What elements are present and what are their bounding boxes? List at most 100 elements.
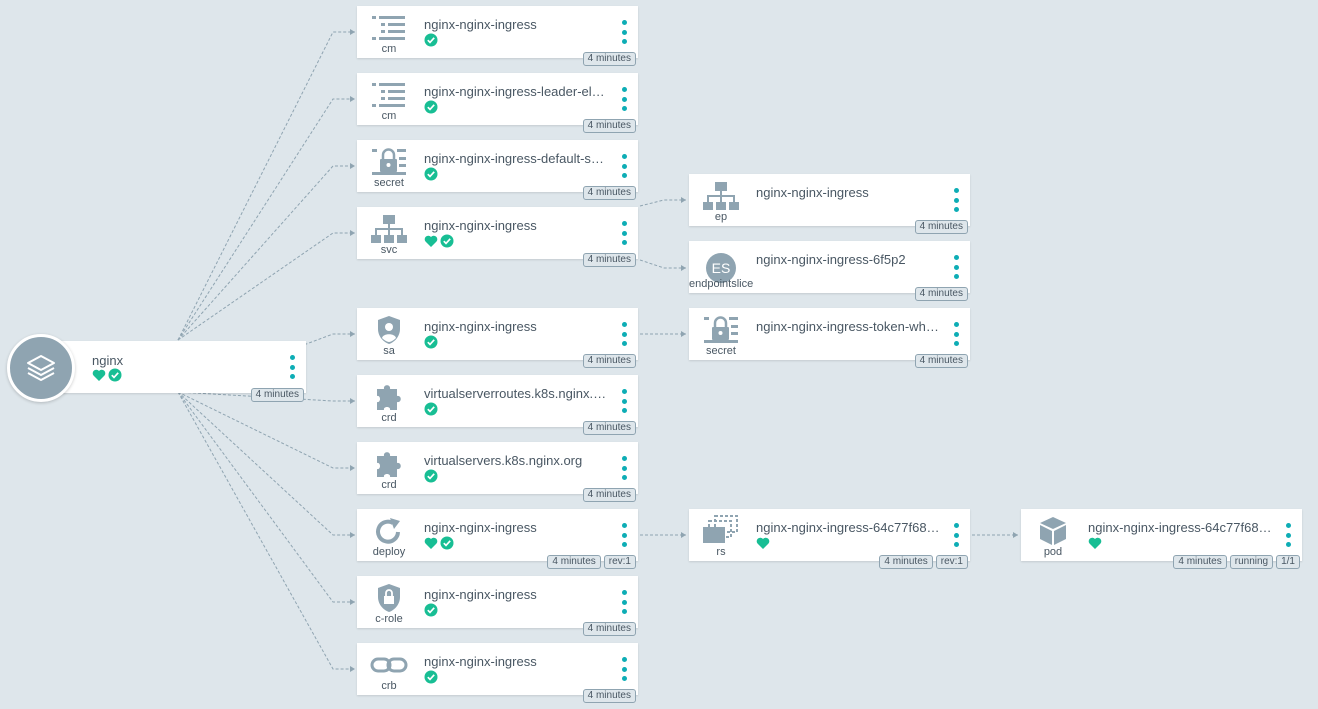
edge-app-9: [177, 391, 355, 670]
resource-menu-button[interactable]: [616, 523, 632, 547]
check-circle-icon: [440, 536, 454, 550]
info-tag: rev:1: [603, 555, 636, 569]
resource-menu-button[interactable]: [616, 154, 632, 178]
info-tag: rev:1: [935, 555, 968, 569]
resource-node-sa[interactable]: sa nginx-nginx-ingress 4 minutes: [357, 308, 638, 368]
kind-label: crd: [381, 479, 397, 491]
kind-label: cm: [381, 43, 397, 55]
info-tag: running: [1229, 555, 1274, 569]
resource-node-crd[interactable]: crd virtualserverroutes.k8s.nginx.org 4 mi…: [357, 375, 638, 435]
resource-node-endpointslice[interactable]: ES endpointslice nginx-nginx-ingress-6f5p2…: [689, 241, 970, 301]
menu-dot: [1285, 542, 1291, 547]
menu-dot: [621, 465, 627, 471]
resource-menu-button[interactable]: [616, 389, 632, 413]
resource-menu-button[interactable]: [616, 221, 632, 245]
menu-dot: [621, 341, 627, 346]
resource-name: virtualserverroutes.k8s.nginx.org: [424, 386, 608, 401]
secret-lock-icon: [701, 314, 741, 346]
es-circle-icon: ES: [689, 247, 753, 283]
edge-app-9-arrow: [350, 666, 355, 672]
resource-node-cm[interactable]: cm nginx-nginx-ingress 4 minutes: [357, 6, 638, 66]
resource-menu-button[interactable]: [1280, 523, 1296, 547]
menu-dot: [621, 87, 627, 92]
age-tag: 4 minutes: [582, 354, 636, 368]
resource-menu-button[interactable]: [616, 657, 632, 681]
resource-node-ep[interactable]: ep nginx-nginx-ingress 4 minutes: [689, 174, 970, 234]
menu-dot: [953, 331, 959, 337]
kind-label: secret: [374, 177, 404, 189]
resource-tags: 4 minutes: [582, 421, 636, 435]
network-tree-icon: [369, 213, 409, 245]
resource-menu-button[interactable]: [948, 188, 964, 212]
age-tag: 4 minutes: [1173, 555, 1227, 569]
menu-dot: [1285, 532, 1291, 538]
resource-menu-button[interactable]: [948, 523, 964, 547]
resource-node-pod[interactable]: pod nginx-nginx-ingress-64c77f6888-xxxxx 4…: [1021, 509, 1302, 569]
age-tag: 4 minutes: [582, 119, 636, 133]
resource-menu-button[interactable]: [616, 456, 632, 480]
resource-status: [424, 167, 438, 181]
heart-icon: [424, 536, 438, 550]
resource-status: [1088, 536, 1102, 550]
edge-app-6: [177, 391, 355, 469]
edge-app-1-arrow: [350, 96, 355, 102]
app-menu-button[interactable]: [284, 355, 300, 379]
menu-dot: [621, 20, 627, 25]
age-tag: 4 minutes: [582, 488, 636, 502]
app-icon-circle[interactable]: [7, 334, 75, 402]
resource-status: [424, 33, 438, 47]
resource-name: nginx-nginx-ingress-64c77f6888-xxxxx: [1088, 520, 1272, 535]
resource-node-secret[interactable]: secret nginx-nginx-ingress-token-whmxx 4 m…: [689, 308, 970, 368]
age-tag: 4 minutes: [582, 253, 636, 267]
resource-status: [424, 234, 454, 248]
network-tree-icon: [701, 180, 741, 212]
menu-dot: [953, 264, 959, 270]
resource-menu-button[interactable]: [616, 590, 632, 614]
resource-menu-button[interactable]: [948, 322, 964, 346]
menu-dot: [953, 197, 959, 203]
kind-label: c-role: [375, 613, 403, 625]
resource-node-rs[interactable]: rs nginx-nginx-ingress-64c77f6888 4 minute…: [689, 509, 970, 569]
menu-dot: [621, 398, 627, 404]
resource-node-c-role[interactable]: c-role nginx-nginx-ingress 4 minutes: [357, 576, 638, 636]
resource-node-crb[interactable]: crb nginx-nginx-ingress 4 minutes: [357, 643, 638, 703]
resource-menu-button[interactable]: [616, 322, 632, 346]
heart-icon: [424, 234, 438, 248]
check-circle-icon: [108, 368, 122, 382]
kind-label: pod: [1043, 546, 1063, 558]
resource-node-svc[interactable]: svc nginx-nginx-ingress 4 minutes: [357, 207, 638, 267]
age-tag: 4 minutes: [582, 689, 636, 703]
resource-node-crd[interactable]: crd virtualservers.k8s.nginx.org 4 minutes: [357, 442, 638, 502]
menu-dot: [621, 240, 627, 245]
resource-tags: 4 minutes: [582, 253, 636, 267]
kind-label: crd: [381, 412, 397, 424]
resource-tags: 4 minutes: [582, 186, 636, 200]
menu-dot: [621, 163, 627, 169]
app-node[interactable]: nginx 4 minutes: [38, 341, 306, 402]
kind-label: rs: [716, 546, 726, 558]
menu-dot: [621, 154, 627, 159]
edge-rs-pod-arrow: [1013, 532, 1018, 538]
menu-dot: [621, 676, 627, 681]
edge-svc-endpointslice: [639, 259, 686, 269]
resource-tags: 4 minutes: [582, 52, 636, 66]
resource-tags: 4 minutes: [582, 488, 636, 502]
resource-node-secret[interactable]: secret nginx-nginx-ingress-default-server…: [357, 140, 638, 200]
resource-menu-button[interactable]: [616, 20, 632, 44]
menu-dot: [621, 389, 627, 394]
age-tag: 4 minutes: [879, 555, 933, 569]
edge-app-0-arrow: [350, 29, 355, 35]
resource-tags: 4 minutes: [582, 354, 636, 368]
resource-node-deploy[interactable]: deploy nginx-nginx-ingress 4 minutes rev:1: [357, 509, 638, 569]
resource-tags: 4 minutes: [582, 119, 636, 133]
menu-dot: [621, 331, 627, 337]
menu-dot: [621, 29, 627, 35]
menu-dot: [621, 96, 627, 102]
resource-node-cm[interactable]: cm nginx-nginx-ingress-leader-election 4 m…: [357, 73, 638, 133]
resource-menu-button[interactable]: [948, 255, 964, 279]
resource-tags: 4 minutes: [914, 220, 968, 234]
age-tag: 4 minutes: [582, 421, 636, 435]
link-icon: [369, 649, 409, 681]
resource-menu-button[interactable]: [616, 87, 632, 111]
edge-svc-ep-arrow: [681, 197, 686, 203]
